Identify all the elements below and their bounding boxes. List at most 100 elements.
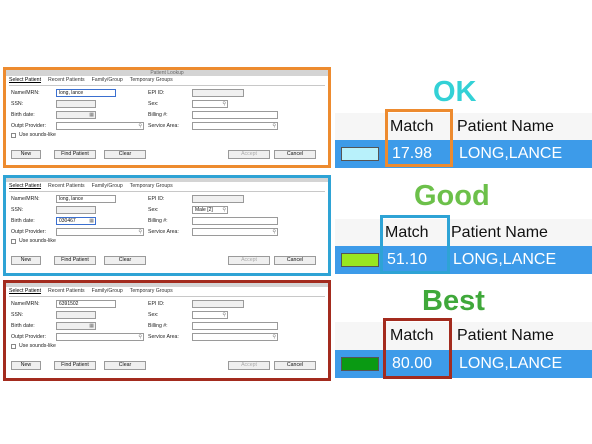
patient-name-column-header[interactable]: Patient Name — [457, 327, 554, 345]
ssn-field[interactable] — [56, 100, 96, 108]
sounds-like-checkbox[interactable] — [11, 344, 16, 349]
sex-field[interactable]: Male [2] ⚲ — [192, 206, 228, 214]
tab-family-group[interactable]: Family/Group — [92, 77, 123, 83]
outpt-provider-field[interactable]: ⚲ — [56, 122, 144, 130]
sounds-like-label: Use sounds-like — [19, 132, 56, 138]
tab-select-patient[interactable]: Select Patient — [9, 288, 41, 294]
search-icon[interactable]: ⚲ — [222, 101, 226, 107]
tab-select-patient[interactable]: Select Patient — [9, 77, 41, 83]
calendar-icon[interactable]: ▦ — [89, 112, 94, 118]
new-button[interactable]: New — [11, 361, 41, 370]
cancel-button[interactable]: Cancel — [274, 256, 316, 265]
search-icon[interactable]: ⚲ — [138, 334, 142, 340]
find-patient-button[interactable]: Find Patient — [54, 150, 96, 159]
sex-field[interactable]: ⚲ — [192, 311, 228, 319]
sex-field[interactable]: ⚲ — [192, 100, 228, 108]
service-area-label: Service Area: — [148, 334, 179, 340]
search-icon[interactable]: ⚲ — [222, 207, 226, 213]
result-row[interactable]: 51.10 LONG,LANCE — [335, 246, 592, 274]
sounds-like-checkbox[interactable] — [11, 133, 16, 138]
service-area-field[interactable]: ⚲ — [192, 333, 278, 341]
tab-temporary-groups[interactable]: Temporary Groups — [130, 288, 173, 294]
epi-id-label: EPI ID: — [148, 196, 165, 202]
name-mrn-label: Name/MRN: — [11, 301, 40, 307]
dialog-tabs: Select Patient Recent Patients Family/Grou… — [9, 183, 325, 192]
find-patient-button[interactable]: Find Patient — [54, 361, 96, 370]
result-row[interactable]: 80.00 LONG,LANCE — [335, 350, 592, 378]
name-mrn-field[interactable]: long, lance — [56, 89, 116, 97]
clear-button[interactable]: Clear — [104, 150, 146, 159]
epi-id-label: EPI ID: — [148, 301, 165, 307]
search-icon[interactable]: ⚲ — [222, 312, 226, 318]
tab-family-group[interactable]: Family/Group — [92, 288, 123, 294]
sounds-like-checkbox[interactable] — [11, 239, 16, 244]
patient-name-column-header[interactable]: Patient Name — [451, 224, 548, 242]
patient-lookup-dialog: Patient Lookup Select Patient Recent Patie… — [3, 67, 331, 168]
tab-family-group[interactable]: Family/Group — [92, 183, 123, 189]
service-area-field[interactable]: ⚲ — [192, 122, 278, 130]
ssn-field[interactable] — [56, 206, 96, 214]
quality-label-good: Good — [414, 180, 490, 212]
accept-button[interactable]: Accept — [228, 361, 270, 370]
new-button[interactable]: New — [11, 150, 41, 159]
patient-name-value: LONG,LANCE — [453, 251, 557, 268]
results-header: Match Patient Name — [335, 322, 592, 351]
search-icon[interactable]: ⚲ — [272, 334, 276, 340]
dialog-tabs: Select Patient Recent Patients Family/Grou… — [9, 77, 325, 86]
birth-date-label: Birth date: — [11, 323, 35, 329]
billing-field[interactable] — [192, 217, 278, 225]
cancel-button[interactable]: Cancel — [274, 150, 316, 159]
calendar-icon[interactable]: ▦ — [89, 218, 94, 224]
outpt-provider-field[interactable]: ⚲ — [56, 333, 144, 341]
epi-id-field[interactable] — [192, 195, 244, 203]
ssn-field[interactable] — [56, 311, 96, 319]
tab-temporary-groups[interactable]: Temporary Groups — [130, 77, 173, 83]
result-row[interactable]: 17.98 LONG,LANCE — [335, 140, 592, 168]
results-header: Match Patient Name — [335, 113, 592, 142]
accept-button[interactable]: Accept — [228, 256, 270, 265]
find-patient-button[interactable]: Find Patient — [54, 256, 96, 265]
name-mrn-field[interactable]: 6391502 — [56, 300, 116, 308]
epi-id-label: EPI ID: — [148, 90, 165, 96]
dialog-title: Patient Lookup — [6, 70, 328, 76]
tab-temporary-groups[interactable]: Temporary Groups — [130, 183, 173, 189]
tab-recent-patients[interactable]: Recent Patients — [48, 288, 85, 294]
new-button[interactable]: New — [11, 256, 41, 265]
results-header: Match Patient Name — [335, 219, 592, 248]
name-mrn-field[interactable]: long, lance — [56, 195, 116, 203]
birth-date-field[interactable]: ▦ — [56, 111, 96, 119]
epi-id-field[interactable] — [192, 300, 244, 308]
epi-id-field[interactable] — [192, 89, 244, 97]
outpt-provider-field[interactable]: ⚲ — [56, 228, 144, 236]
billing-label: Billing #: — [148, 112, 168, 118]
search-icon[interactable]: ⚲ — [272, 123, 276, 129]
tab-recent-patients[interactable]: Recent Patients — [48, 183, 85, 189]
search-icon[interactable]: ⚲ — [138, 229, 142, 235]
patient-name-column-header[interactable]: Patient Name — [457, 118, 554, 136]
billing-label: Billing #: — [148, 218, 168, 224]
cancel-button[interactable]: Cancel — [274, 361, 316, 370]
search-icon[interactable]: ⚲ — [272, 229, 276, 235]
clear-button[interactable]: Clear — [104, 256, 146, 265]
tab-recent-patients[interactable]: Recent Patients — [48, 77, 85, 83]
birth-date-field[interactable]: ▦ — [56, 322, 96, 330]
billing-field[interactable] — [192, 322, 278, 330]
dialog-tabs: Select Patient Recent Patients Family/Grou… — [9, 288, 325, 297]
quality-label-best: Best — [422, 285, 485, 317]
patient-name-value: LONG,LANCE — [459, 145, 563, 162]
sex-label: Sex: — [148, 207, 159, 213]
birth-date-field[interactable]: 030467 ▦ — [56, 217, 96, 225]
tab-select-patient[interactable]: Select Patient — [9, 183, 41, 189]
match-highlight-box — [380, 215, 450, 274]
patient-name-value: LONG,LANCE — [459, 355, 563, 372]
billing-field[interactable] — [192, 111, 278, 119]
dialog-titlebar — [6, 178, 328, 182]
clear-button[interactable]: Clear — [104, 361, 146, 370]
match-score-swatch — [341, 147, 379, 161]
calendar-icon[interactable]: ▦ — [89, 323, 94, 329]
accept-button[interactable]: Accept — [228, 150, 270, 159]
service-area-label: Service Area: — [148, 229, 179, 235]
name-mrn-label: Name/MRN: — [11, 196, 40, 202]
service-area-field[interactable]: ⚲ — [192, 228, 278, 236]
search-icon[interactable]: ⚲ — [138, 123, 142, 129]
